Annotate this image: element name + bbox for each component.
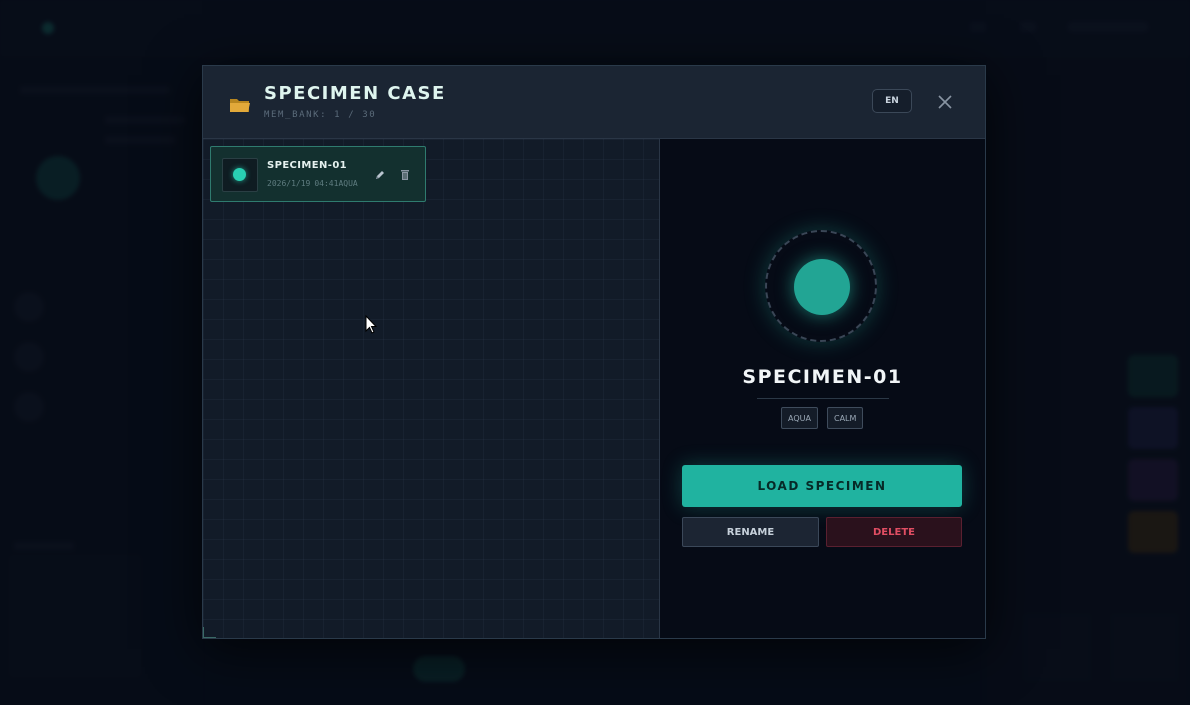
- detail-name: SPECIMEN-01: [742, 366, 903, 388]
- language-button[interactable]: EN: [872, 89, 912, 113]
- trash-icon[interactable]: [400, 169, 410, 181]
- specimen-preview: [765, 230, 877, 342]
- specimen-list: SPECIMEN-01 2026/1/19 04:41AQUA: [203, 139, 660, 638]
- specimen-thumbnail: [222, 158, 258, 192]
- specimen-preview-orb: [794, 259, 850, 315]
- delete-button[interactable]: DELETE: [826, 517, 962, 547]
- folder-icon: [230, 99, 250, 112]
- corner-mark: [203, 627, 216, 638]
- item-time: 04:41: [314, 179, 339, 188]
- tag-calm: CALM: [827, 407, 864, 429]
- list-item[interactable]: SPECIMEN-01 2026/1/19 04:41AQUA: [210, 146, 426, 202]
- pencil-icon[interactable]: [374, 169, 386, 181]
- specimen-color-dot: [233, 168, 246, 181]
- mouse-cursor-icon: [365, 315, 377, 334]
- item-date: 2026/1/19: [267, 179, 311, 188]
- tag-aqua: AQUA: [781, 407, 818, 429]
- load-specimen-button[interactable]: LOAD SPECIMEN: [682, 465, 962, 507]
- item-meta: 2026/1/19 04:41AQUA: [267, 179, 358, 188]
- memory-bank-count: MEM_BANK: 1 / 30: [264, 110, 377, 120]
- specimen-detail: SPECIMEN-01 AQUA CALM LOAD SPECIMEN RENA…: [660, 139, 985, 638]
- modal-title: SPECIMEN CASE: [264, 83, 446, 104]
- item-name: SPECIMEN-01: [267, 160, 348, 171]
- close-icon[interactable]: [936, 93, 954, 111]
- item-tag: AQUA: [338, 179, 358, 188]
- modal-header: SPECIMEN CASE MEM_BANK: 1 / 30 EN: [203, 66, 985, 139]
- specimen-case-modal: SPECIMEN CASE MEM_BANK: 1 / 30 EN SPECIM…: [202, 65, 986, 639]
- rename-button[interactable]: RENAME: [682, 517, 819, 547]
- divider: [757, 398, 889, 399]
